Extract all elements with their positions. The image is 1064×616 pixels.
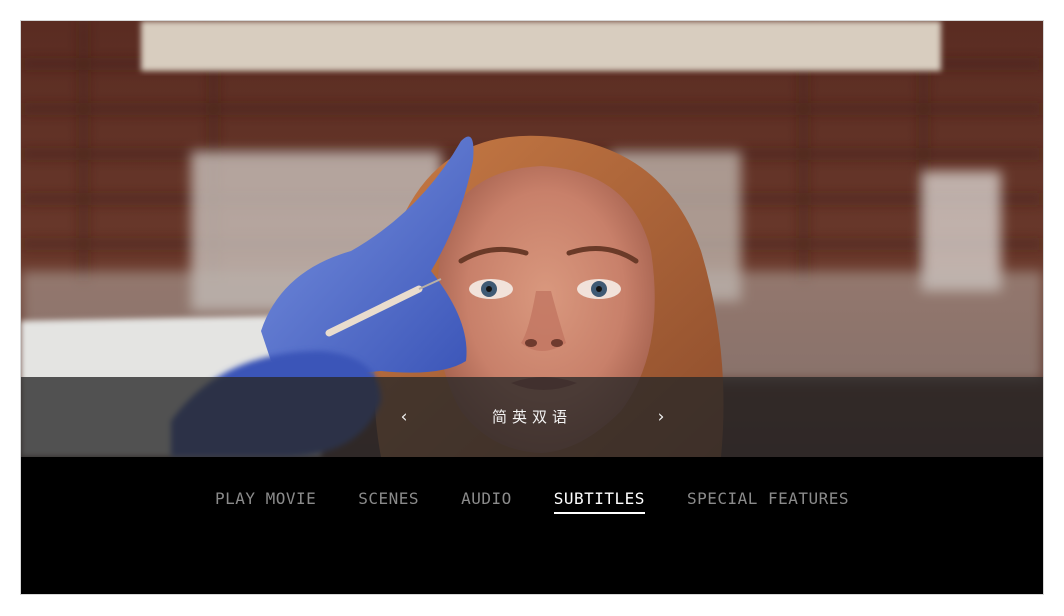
next-option-chevron-right-icon[interactable]: › <box>649 403 673 431</box>
menu-item-scenes[interactable]: SCENES <box>358 485 419 514</box>
main-menu: PLAY MOVIE SCENES AUDIO SUBTITLES SPECIA… <box>21 485 1043 514</box>
previous-option-chevron-left-icon[interactable]: ‹ <box>392 403 416 431</box>
menu-item-subtitles[interactable]: SUBTITLES <box>553 485 646 514</box>
subtitle-language-value: 简英双语 <box>491 408 572 426</box>
menu-item-play-movie[interactable]: PLAY MOVIE <box>215 485 316 514</box>
video-player: ‹ 简英双语 › PLAY MOVIE SCENES AUDIO SUBTITL… <box>21 21 1043 594</box>
subtitle-selector: ‹ 简英双语 › <box>21 377 1043 457</box>
menu-item-special-features[interactable]: SPECIAL FEATURES <box>687 485 849 514</box>
main-menu-bar: PLAY MOVIE SCENES AUDIO SUBTITLES SPECIA… <box>21 457 1043 594</box>
menu-item-audio[interactable]: AUDIO <box>461 485 512 514</box>
